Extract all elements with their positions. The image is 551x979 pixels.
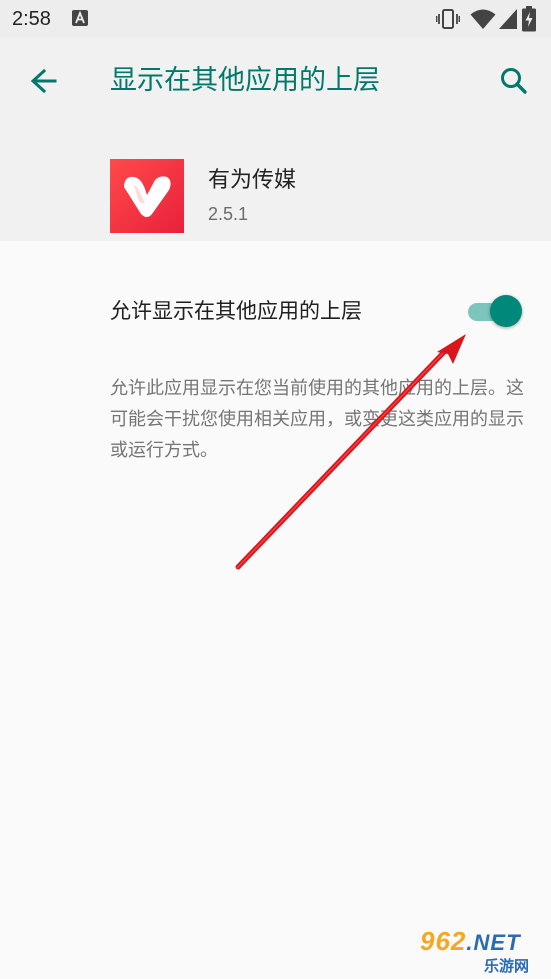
back-button[interactable]: [22, 60, 66, 104]
page-title: 显示在其他应用的上层: [110, 65, 380, 96]
arrow-back-icon: [30, 68, 57, 94]
heart-v-logo: [124, 176, 171, 217]
app-version: 2.5.1: [208, 204, 249, 224]
app-name: 有为传媒: [208, 168, 297, 193]
wifi-icon: [470, 8, 496, 34]
watermark-digits: 962: [420, 926, 467, 956]
cell-signal-icon: [498, 8, 518, 34]
watermark-line1: 962.NET: [420, 926, 521, 957]
permission-toggle-row[interactable]: 允许显示在其他应用的上层: [0, 271, 551, 351]
permission-description: 允许此应用显示在您当前使用的其他应用的上层。这可能会干扰您使用相关应用，或变更这…: [110, 378, 524, 461]
watermark-logo: 962.NET 乐游网: [412, 926, 546, 976]
permission-toggle-switch[interactable]: [466, 293, 524, 329]
app-icon: [110, 159, 184, 233]
permission-toggle-label: 允许显示在其他应用的上层: [110, 299, 362, 323]
battery-charging-icon: [522, 6, 536, 36]
status-bar: 2:58: [0, 0, 551, 38]
watermark-line2: 乐游网: [484, 957, 530, 975]
search-button[interactable]: [492, 60, 536, 104]
watermark-suffix: .NET: [466, 930, 521, 955]
toggle-thumb: [490, 295, 522, 327]
vibrate-icon: [435, 8, 461, 34]
search-icon: [501, 68, 527, 94]
status-time: 2:58: [12, 8, 51, 30]
app-header: 显示在其他应用的上层 有为传媒 2.5.1: [0, 38, 551, 241]
a-letter-icon: [72, 10, 88, 30]
